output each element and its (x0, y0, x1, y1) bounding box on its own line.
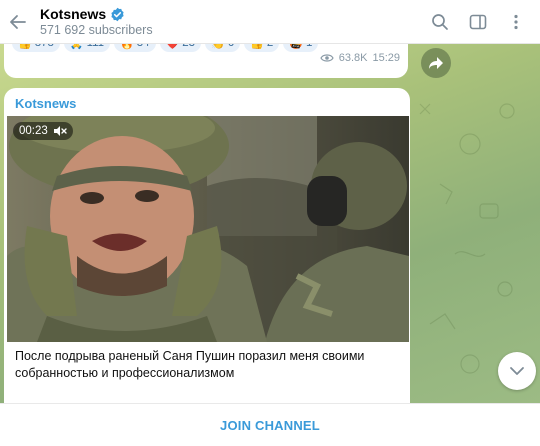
sidebar-toggle-icon[interactable] (462, 6, 494, 38)
share-forward-button[interactable] (421, 48, 451, 78)
heart-icon: ❤️ (166, 44, 180, 50)
reaction-fire[interactable]: 🔥34 (114, 44, 156, 52)
muted-speaker-icon[interactable] (53, 125, 67, 137)
thumbs-up-icon: 👍 (250, 44, 264, 50)
back-arrow-icon[interactable] (2, 6, 34, 38)
angry-face-icon: 🤬 (289, 44, 303, 50)
reaction-thumbs-up-2[interactable]: 👍2 (244, 44, 280, 52)
clap-icon: 👏 (211, 44, 225, 50)
chat-footer: JOIN CHANNEL (0, 403, 540, 446)
search-icon[interactable] (424, 6, 456, 38)
chevron-down-icon (510, 367, 524, 375)
thumbs-up-icon: 👍 (18, 44, 32, 50)
forward-arrow-icon (429, 57, 443, 69)
chat-header: Kotsnews 571 692 subscribers (0, 0, 540, 44)
pray-icon: 🙏 (70, 44, 84, 50)
view-count: 63.8K (338, 52, 368, 64)
video-thumbnail (7, 116, 409, 342)
reaction-pray[interactable]: 🙏111 (63, 44, 111, 52)
post-bubble: Kotsnews 00:23 После подрыва раненый Сан… (4, 88, 410, 403)
reaction-clap[interactable]: 👏6 (205, 44, 241, 52)
more-options-icon[interactable] (500, 6, 532, 38)
channel-info[interactable]: Kotsnews 571 692 subscribers (40, 6, 153, 37)
post-time: 15:29 (372, 52, 400, 64)
post-meta: 63.8K 15:29 (320, 52, 400, 64)
post-channel-name[interactable]: Kotsnews (15, 96, 76, 111)
reaction-angry[interactable]: 🤬1 (283, 44, 319, 52)
views-eye-icon (320, 54, 334, 62)
video-duration: 00:23 (19, 125, 48, 137)
post-caption: После подрыва раненый Саня Пушин поразил… (15, 349, 365, 380)
reaction-heart[interactable]: ❤️23 (159, 44, 202, 52)
scroll-to-bottom-button[interactable] (498, 352, 536, 390)
channel-title: Kotsnews (40, 6, 107, 22)
subscriber-count: 571 692 subscribers (40, 23, 153, 37)
chat-history[interactable]: 👍878 🙏111 🔥34 ❤️23 👏6 👍2 🤬1 63.8K 15:29 … (0, 44, 540, 403)
previous-post-bubble: 👍878 🙏111 🔥34 ❤️23 👏6 👍2 🤬1 63.8K 15:29 (4, 44, 408, 78)
video-player[interactable]: 00:23 (7, 116, 409, 342)
reactions-bar: 👍878 🙏111 🔥34 ❤️23 👏6 👍2 🤬1 (12, 44, 319, 52)
join-channel-button[interactable]: JOIN CHANNEL (220, 418, 320, 433)
verified-badge-icon (111, 7, 124, 21)
reaction-thumbs-up[interactable]: 👍878 (12, 44, 60, 52)
fire-icon: 🔥 (120, 44, 134, 50)
video-duration-badge: 00:23 (13, 122, 73, 140)
